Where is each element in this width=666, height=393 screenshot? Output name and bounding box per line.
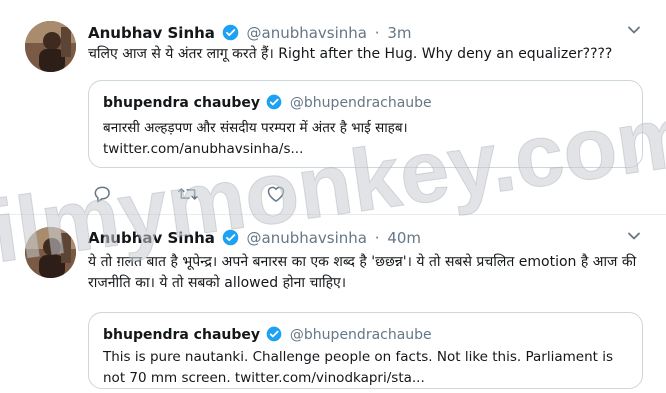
- like-icon[interactable]: [266, 184, 286, 208]
- quoted-tweet-header: bhupendra chaubey @bhupendrachaube: [103, 326, 432, 346]
- quoted-tweet[interactable]: bhupendra chaubey @bhupendrachaube बनारस…: [88, 80, 643, 168]
- quoted-tweet[interactable]: bhupendra chaubey @bhupendrachaube This …: [88, 312, 643, 389]
- tweet-text: चलिए आज से ये अंतर लागू करते हैं। Right …: [88, 46, 613, 62]
- quoted-author-handle: @bhupendrachaube: [289, 327, 432, 343]
- tweet[interactable]: Anubhav Sinha @anubhavsinha · 40m ये तो …: [0, 215, 666, 393]
- timestamp[interactable]: 3m: [387, 24, 411, 42]
- tweet[interactable]: Anubhav Sinha @anubhavsinha · 3m चलिए आज…: [0, 0, 666, 214]
- timestamp[interactable]: 40m: [387, 229, 421, 247]
- author-handle[interactable]: @anubhavsinha: [247, 229, 368, 247]
- chevron-down-icon[interactable]: [627, 228, 641, 247]
- quoted-author-name: bhupendra chaubey: [103, 95, 261, 111]
- quoted-tweet-text: This is pure nautanki. Challenge people …: [103, 349, 613, 386]
- author-name[interactable]: Anubhav Sinha: [88, 229, 215, 247]
- verified-badge-icon: [222, 24, 239, 45]
- quoted-tweet-header: bhupendra chaubey @bhupendrachaube: [103, 94, 432, 114]
- verified-badge-icon: [266, 326, 282, 346]
- separator-dot: ·: [374, 24, 380, 42]
- quoted-text-line: बनारसी अल्हड़पण और संसदीय परम्परा में अं…: [103, 120, 408, 136]
- avatar[interactable]: [25, 21, 76, 72]
- verified-badge-icon: [222, 229, 239, 250]
- tweet-text: ये तो ग़लत बात है भूपेन्द्र। अपने बनारस …: [88, 254, 637, 291]
- quoted-tweet-link[interactable]: twitter.com/anubhavsinha/s...: [103, 139, 628, 160]
- author-name[interactable]: Anubhav Sinha: [88, 24, 215, 42]
- author-handle[interactable]: @anubhavsinha: [247, 24, 368, 42]
- quoted-author-name: bhupendra chaubey: [103, 327, 261, 343]
- quoted-author-handle: @bhupendrachaube: [289, 95, 432, 111]
- reply-icon[interactable]: [92, 184, 112, 208]
- tweet-header: Anubhav Sinha @anubhavsinha · 3m: [88, 24, 412, 45]
- avatar[interactable]: [25, 227, 76, 278]
- retweet-icon[interactable]: [177, 184, 199, 208]
- chevron-down-icon[interactable]: [627, 22, 641, 41]
- quoted-tweet-text: बनारसी अल्हड़पण और संसदीय परम्परा में अं…: [103, 118, 628, 160]
- verified-badge-icon: [266, 94, 282, 114]
- tweet-header: Anubhav Sinha @anubhavsinha · 40m: [88, 229, 421, 250]
- separator-dot: ·: [374, 229, 380, 247]
